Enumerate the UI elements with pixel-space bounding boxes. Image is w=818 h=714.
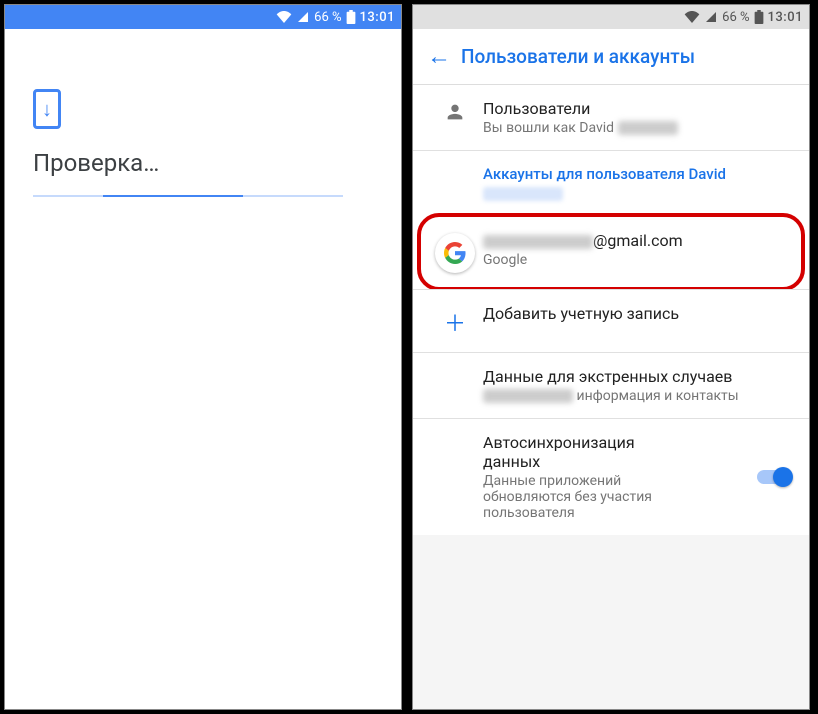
users-subtitle: Вы вошли как David — [483, 120, 795, 136]
status-bar: 66 % 13:01 — [413, 5, 809, 29]
download-icon — [33, 89, 61, 129]
verification-title: Проверка… — [33, 149, 373, 177]
battery-percent: 66 % — [314, 10, 341, 25]
settings-list: Пользователи Вы вошли как David Аккаунты… — [413, 85, 809, 709]
emergency-info-row[interactable]: Данные для экстренных случаев информация… — [413, 352, 809, 418]
emergency-subtitle: информация и контакты — [483, 388, 795, 404]
screen-verification: 66 % 13:01 Проверка… — [4, 4, 402, 710]
battery-icon — [754, 10, 764, 24]
redacted-name — [618, 121, 678, 135]
redacted-text — [483, 389, 573, 403]
users-title: Пользователи — [483, 99, 795, 118]
wifi-icon — [276, 11, 292, 23]
page-title: Пользователи и аккаунты — [461, 45, 695, 68]
app-bar: ← Пользователи и аккаунты — [413, 29, 809, 85]
status-time: 13:01 — [360, 10, 395, 25]
redacted-email-prefix — [483, 235, 593, 249]
google-account-row[interactable]: @gmail.com Google — [413, 215, 809, 289]
autosync-subtitle: Данные приложений обновляются без участи… — [483, 473, 703, 521]
redacted-name — [483, 187, 563, 201]
add-account-label: Добавить учетную запись — [483, 304, 795, 323]
add-account-row[interactable]: ＋ Добавить учетную запись — [413, 289, 809, 352]
screen-accounts-settings: 66 % 13:01 ← Пользователи и аккаунты Пол… — [412, 4, 810, 710]
status-time: 13:01 — [768, 10, 803, 25]
cellular-icon — [704, 11, 718, 23]
account-email: @gmail.com — [483, 231, 795, 250]
autosync-toggle[interactable] — [757, 467, 793, 487]
autosync-row[interactable]: Автосинхронизация данных Данные приложен… — [413, 418, 809, 535]
progress-bar — [33, 195, 343, 197]
accounts-section-label: Аккаунты для пользователя David — [413, 150, 809, 215]
person-icon — [444, 101, 466, 127]
battery-percent: 66 % — [722, 10, 749, 25]
emergency-title: Данные для экстренных случаев — [483, 367, 795, 386]
users-row[interactable]: Пользователи Вы вошли как David — [413, 85, 809, 150]
status-bar: 66 % 13:01 — [5, 5, 401, 29]
wifi-icon — [684, 11, 700, 23]
autosync-title: Автосинхронизация данных — [483, 433, 683, 471]
cellular-icon — [296, 11, 310, 23]
account-provider: Google — [483, 252, 795, 268]
google-icon — [435, 233, 475, 273]
plus-icon: ＋ — [444, 306, 466, 338]
back-arrow-icon[interactable]: ← — [423, 34, 461, 79]
battery-icon — [346, 10, 356, 24]
